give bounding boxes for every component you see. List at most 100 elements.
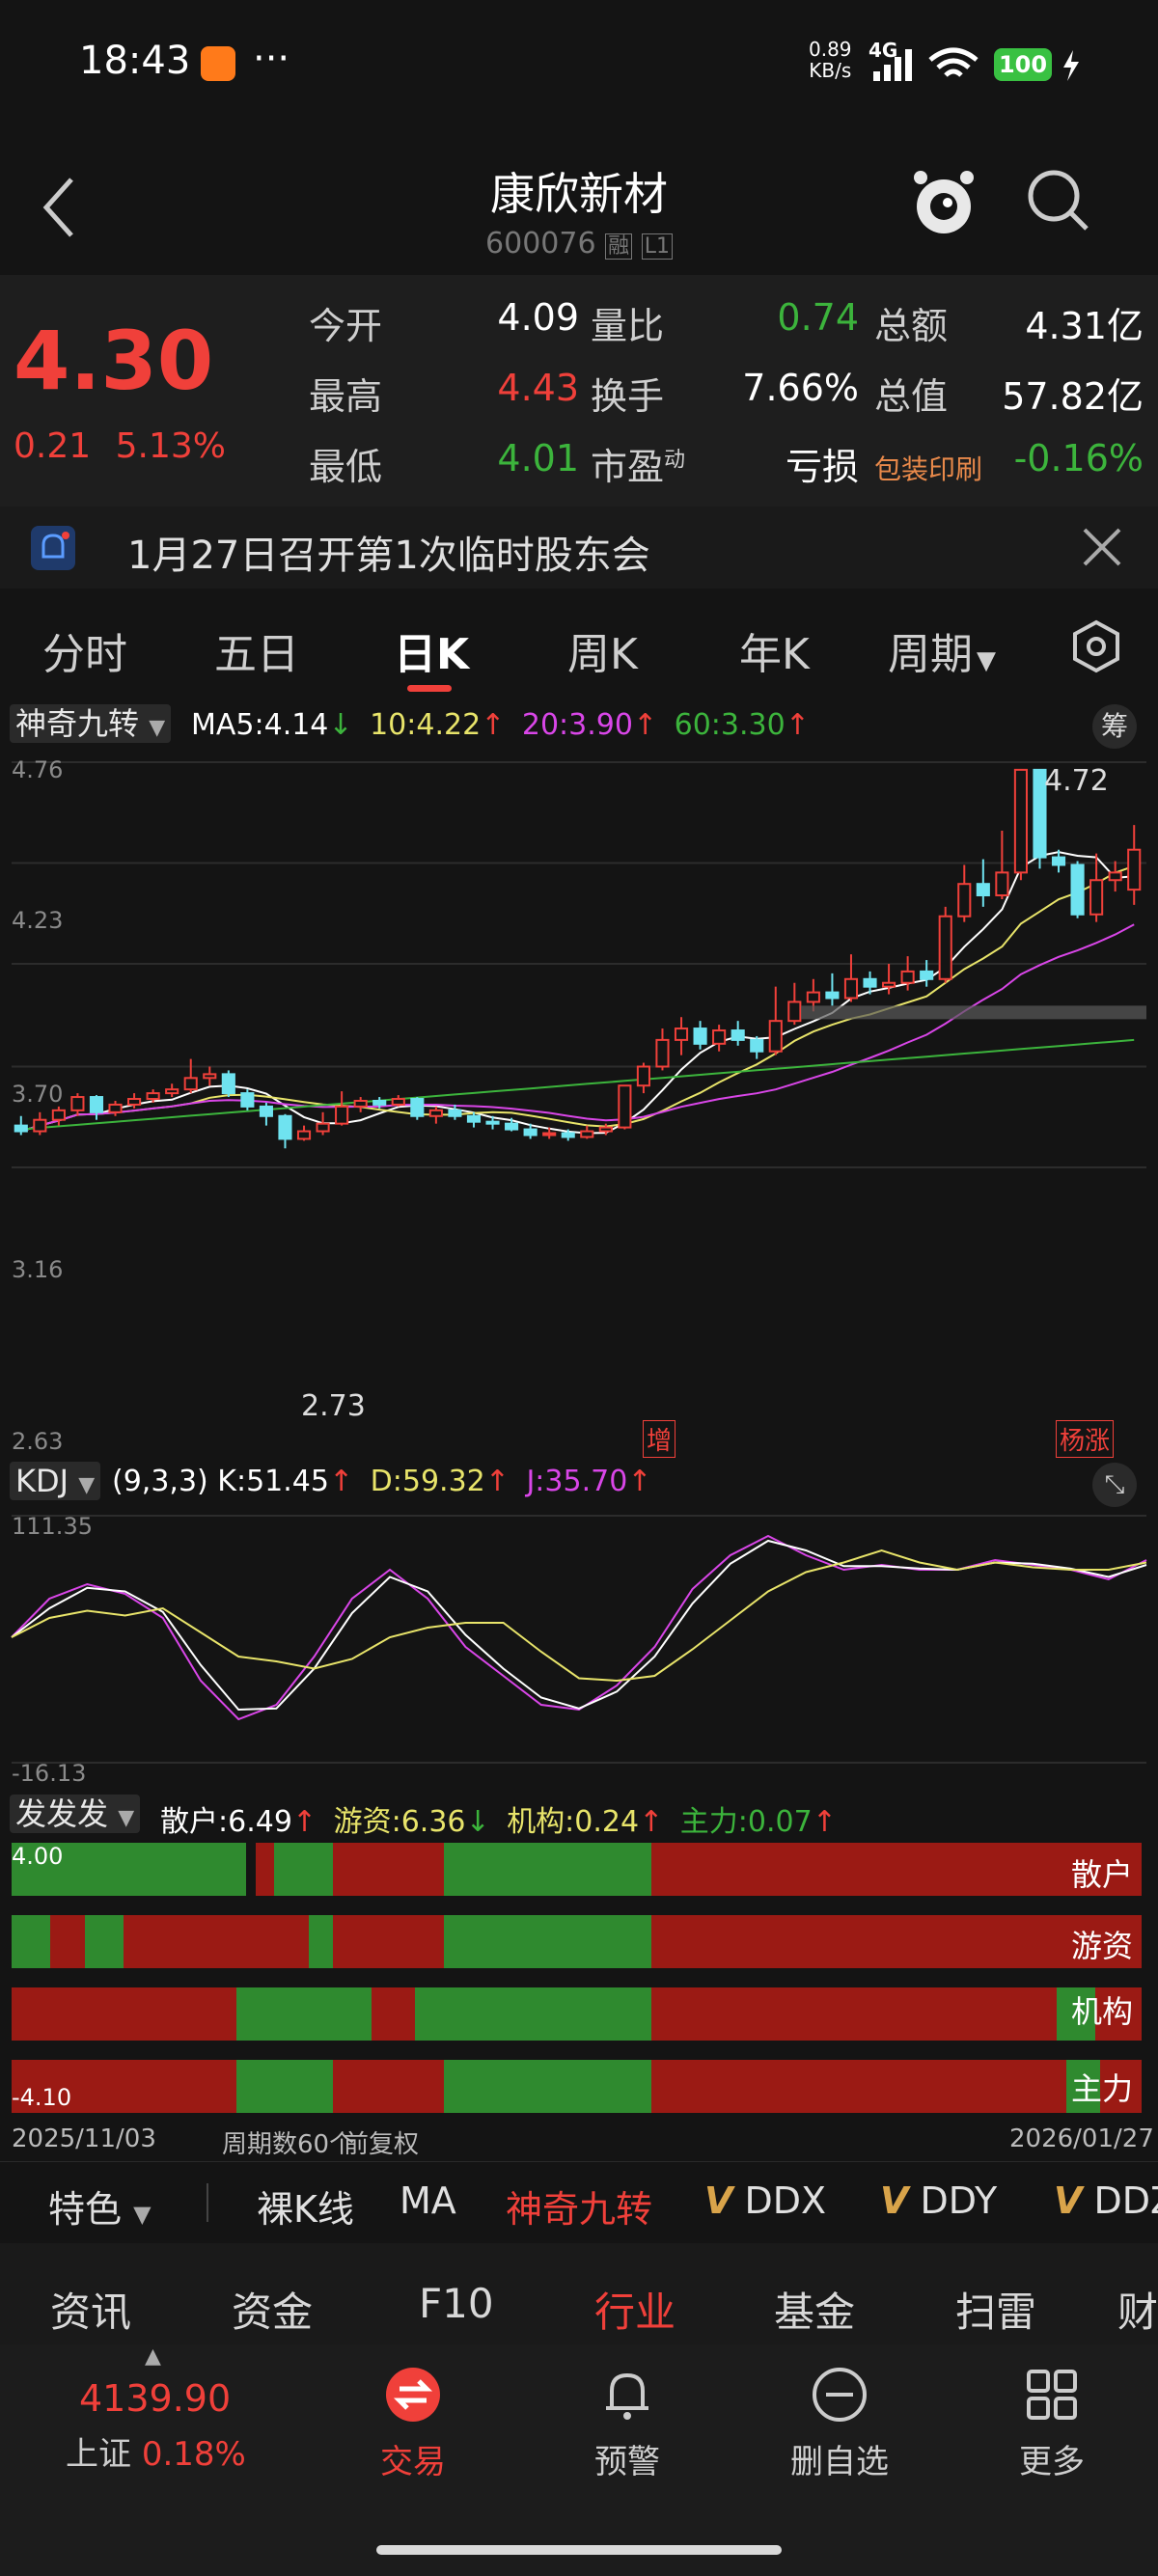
ma10-arrow: ↑ bbox=[481, 708, 506, 742]
fff-institution-value: 机构:0.24 bbox=[507, 1805, 640, 1839]
candle bbox=[920, 970, 934, 980]
tab-period-dropdown[interactable]: 周期 ▼ bbox=[888, 619, 996, 681]
tab-intraday[interactable]: 分时 bbox=[42, 619, 127, 681]
subtab-industry[interactable]: 行业 bbox=[594, 2280, 676, 2339]
flow-band-segment bbox=[333, 1915, 444, 1968]
candle bbox=[731, 1029, 745, 1041]
nav-more[interactable]: 更多 bbox=[984, 2366, 1119, 2482]
app-notification-icon bbox=[201, 46, 235, 81]
wifi-icon bbox=[928, 47, 979, 77]
flow-band-segment bbox=[333, 1843, 444, 1896]
chip-distribution-button[interactable]: 筹 bbox=[1092, 704, 1137, 749]
feature-bare-k[interactable]: 裸K线 bbox=[257, 2179, 354, 2233]
quote-value-turnover-rate: 7.66% bbox=[742, 367, 859, 409]
battery-indicator: 100 bbox=[994, 48, 1052, 81]
candle bbox=[561, 1132, 575, 1138]
candle bbox=[693, 1028, 707, 1045]
flow-band-segment bbox=[50, 1915, 85, 1968]
ma5-value: MA5:4.14 bbox=[191, 708, 329, 742]
candle bbox=[598, 1126, 613, 1133]
quote-value-industry-change: -0.16% bbox=[1013, 437, 1144, 480]
fff-main-arrow: ↑ bbox=[812, 1805, 837, 1839]
quote-label-high: 最高 bbox=[309, 375, 383, 418]
fff-row-label-retail: 散户 bbox=[1071, 1856, 1134, 1893]
tab-daily-k[interactable]: 日K bbox=[394, 619, 469, 681]
subtab-risk-scan[interactable]: 扫雷 bbox=[955, 2280, 1036, 2339]
chevron-down-icon: ▼ bbox=[118, 1806, 135, 1830]
kdj-tick-top: 111.35 bbox=[12, 1513, 93, 1540]
yangzhang-marker: 杨涨 bbox=[1056, 1420, 1115, 1458]
tab-yearly-k[interactable]: 年K bbox=[739, 619, 810, 681]
index-value[interactable]: 4139.90 bbox=[79, 2377, 231, 2420]
v-icon: V bbox=[704, 2179, 733, 2222]
feature-ma[interactable]: MA bbox=[400, 2179, 456, 2222]
flow-band-segment bbox=[333, 2060, 444, 2113]
ma20-arrow: ↑ bbox=[632, 708, 658, 742]
kdj-chart[interactable] bbox=[0, 1510, 1158, 1770]
nav-trade[interactable]: 交易 bbox=[345, 2366, 481, 2482]
page-title: 康欣新材 bbox=[490, 168, 668, 220]
kdj-d-line bbox=[11, 1548, 1147, 1683]
price-change: 0.21 5.13% bbox=[14, 426, 226, 466]
fff-hotmoney-arrow: ↓ bbox=[465, 1805, 490, 1839]
candle bbox=[259, 1105, 273, 1117]
index-change: 0.18% bbox=[141, 2435, 246, 2474]
expand-icon[interactable]: ⤡ bbox=[1092, 1463, 1137, 1507]
notice-bar[interactable]: 1月27日召开第1次临时股东会 bbox=[0, 507, 1158, 589]
minus-circle-icon bbox=[813, 2368, 867, 2422]
close-icon[interactable] bbox=[1083, 528, 1121, 566]
home-indicator[interactable] bbox=[376, 2545, 782, 2555]
ma10-value: 10:4.22 bbox=[370, 708, 482, 742]
candle bbox=[372, 1099, 387, 1106]
candle bbox=[618, 1084, 632, 1129]
chevron-down-icon: ▼ bbox=[149, 716, 166, 740]
index-name: 上证 bbox=[66, 2435, 131, 2474]
nav-alert[interactable]: 预警 bbox=[560, 2366, 695, 2482]
candle bbox=[391, 1098, 405, 1106]
flow-band-segment bbox=[12, 1915, 50, 1968]
settings-hexagon-icon[interactable] bbox=[1069, 619, 1123, 673]
feature-magic-nine[interactable]: 神奇九转 bbox=[506, 2179, 652, 2233]
candle bbox=[203, 1073, 217, 1080]
stock-code-line: 600076 融 L1 bbox=[0, 227, 1158, 260]
v-icon: V bbox=[1054, 2179, 1083, 2222]
tab-five-day[interactable]: 五日 bbox=[214, 619, 299, 681]
candle bbox=[14, 1124, 28, 1133]
fund-flow-bands[interactable] bbox=[0, 1843, 1158, 2123]
candlestick-chart[interactable] bbox=[0, 751, 1158, 1185]
fff-row-label-main: 主力 bbox=[1071, 2070, 1134, 2107]
candle bbox=[89, 1096, 104, 1113]
fff-main-value: 主力:0.07 bbox=[679, 1805, 813, 1839]
subtab-news[interactable]: 资讯 bbox=[50, 2280, 131, 2339]
candle bbox=[1127, 848, 1142, 891]
kdj-selector[interactable]: KDJ ▼ bbox=[10, 1462, 101, 1500]
fff-hotmoney-value: 游资:6.36 bbox=[333, 1805, 466, 1839]
index-info[interactable]: 上证 0.18% bbox=[66, 2427, 246, 2475]
mascot-icon[interactable] bbox=[909, 164, 979, 241]
candle bbox=[995, 871, 1009, 897]
chart-period-tabs: 分时 五日 日K 周K 年K 周期 ▼ bbox=[0, 589, 1158, 695]
low-price-label: 2.73 bbox=[301, 1389, 366, 1423]
fff-selector[interactable]: 发发发 ▼ bbox=[10, 1795, 141, 1833]
candle bbox=[165, 1088, 179, 1095]
indicator-selector[interactable]: 神奇九转 ▼ bbox=[10, 704, 172, 743]
feature-ddy[interactable]: V DDY bbox=[880, 2179, 997, 2222]
ma5-arrow: ↓ bbox=[328, 708, 353, 742]
candle bbox=[316, 1122, 330, 1133]
expand-up-icon[interactable]: ▲ bbox=[145, 2344, 161, 2369]
fff-tick-bottom: -4.10 bbox=[12, 2084, 72, 2111]
tab-weekly-k[interactable]: 周K bbox=[567, 619, 638, 681]
search-icon[interactable] bbox=[1025, 167, 1092, 234]
special-dropdown[interactable]: 特色 ▼ bbox=[48, 2179, 152, 2233]
nav-remove-watchlist[interactable]: 删自选 bbox=[772, 2366, 907, 2482]
status-bar: 18:43 ··· 0.89 KB/s 4G 100 bbox=[0, 0, 1158, 130]
fff-legend: 散户:6.49↑ 游资:6.36↓ 机构:0.24↑ 主力:0.07↑ bbox=[160, 1797, 837, 1840]
grid-icon bbox=[1027, 2370, 1077, 2420]
subtab-f10[interactable]: F10 bbox=[419, 2280, 494, 2327]
feature-ddz[interactable]: V DDZ bbox=[1054, 2179, 1158, 2222]
quote-value-pe: 亏损 bbox=[785, 446, 859, 488]
subtab-fund[interactable]: 基金 bbox=[774, 2280, 855, 2339]
subtab-finance[interactable]: 财 bbox=[1117, 2280, 1158, 2339]
subtab-funds[interactable]: 资金 bbox=[232, 2280, 313, 2339]
feature-ddx[interactable]: V DDX bbox=[704, 2179, 826, 2222]
